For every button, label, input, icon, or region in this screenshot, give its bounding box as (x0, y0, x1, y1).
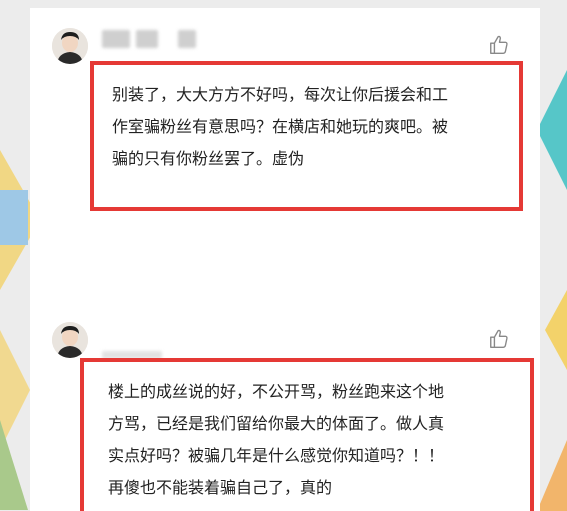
avatar-icon (52, 28, 88, 64)
comment-text-line: 作室骗粉丝有意思吗？在横店和她玩的爽吧。被 (112, 117, 449, 136)
like-button[interactable] (488, 34, 510, 56)
bg-decoration (0, 420, 28, 510)
comment-text-line: 实点好吗？被骗几年是什么感觉你知道吗？！！ (108, 446, 445, 465)
bg-decoration (537, 440, 567, 511)
thumbs-up-icon (490, 35, 508, 54)
comment-text-line: 再傻也不能装着骗自己了，真的 (108, 478, 333, 497)
comment-list: 别装了，大大方方不好吗，每次让你后援会和工 作室骗粉丝有意思吗？在横店和她玩的爽… (30, 8, 540, 511)
comment-text-highlighted: 楼上的成丝说的好，不公开骂，粉丝跑来这个地 方骂，已经是我们留给你最大的体面了。… (80, 358, 534, 511)
comment-text-line: 方骂，已经是我们留给你最大的体面了。做人真 (108, 414, 445, 433)
comment-text-line: 楼上的成丝说的好，不公开骂，粉丝跑来这个地 (108, 382, 445, 401)
bg-decoration (545, 290, 567, 370)
comment-text-line: 骗的只有你粉丝罢了。虚伪 (112, 149, 305, 168)
comment-text-highlighted: 别装了，大大方方不好吗，每次让你后援会和工 作室骗粉丝有意思吗？在横店和她玩的爽… (90, 61, 523, 211)
thumbs-up-icon (490, 329, 508, 348)
user-avatar[interactable] (52, 28, 88, 64)
comment-text-line: 别装了，大大方方不好吗，每次让你后援会和工 (112, 85, 449, 104)
bg-decoration (0, 190, 28, 245)
avatar-icon (52, 322, 88, 358)
like-button[interactable] (488, 328, 510, 350)
user-avatar[interactable] (52, 322, 88, 358)
bg-decoration (537, 70, 567, 190)
username-redacted (102, 28, 196, 50)
